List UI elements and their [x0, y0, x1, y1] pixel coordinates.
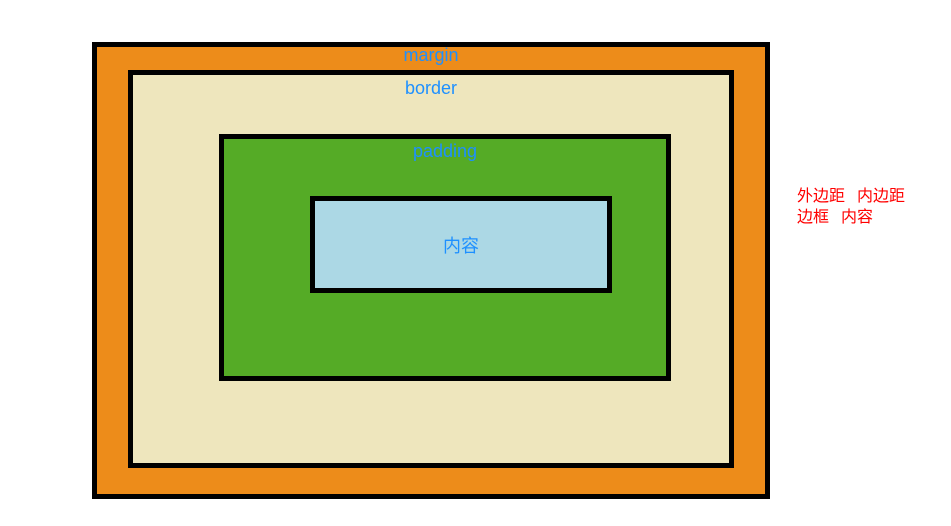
margin-box: margin border padding 内容 — [92, 42, 770, 499]
side-text-padding: 内边距 — [857, 188, 905, 205]
border-label: border — [405, 78, 457, 99]
side-line-1: 外边距内边距 — [797, 187, 905, 208]
content-box: 内容 — [310, 196, 612, 293]
padding-label: padding — [413, 141, 477, 162]
padding-box: padding 内容 — [219, 134, 671, 381]
border-box: border padding 内容 — [128, 70, 734, 468]
side-text-border: 边框 — [797, 209, 829, 226]
content-label: 内容 — [443, 232, 479, 258]
margin-label: margin — [403, 45, 458, 66]
side-line-2: 边框内容 — [797, 208, 905, 229]
side-legend: 外边距内边距 边框内容 — [797, 187, 905, 229]
side-text-margin: 外边距 — [797, 188, 845, 205]
side-text-content: 内容 — [841, 209, 873, 226]
